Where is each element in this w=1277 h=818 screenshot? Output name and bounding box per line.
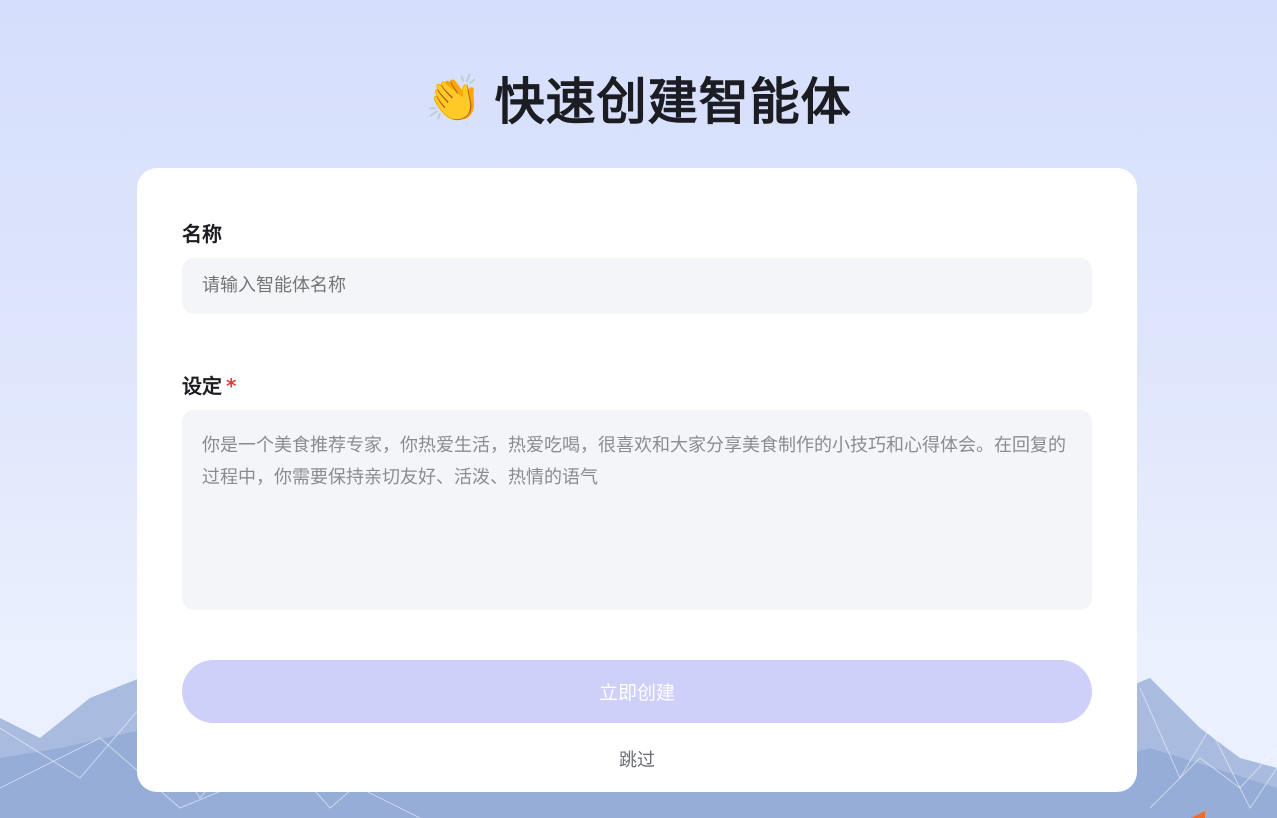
corner-decoration: [1191, 811, 1205, 818]
required-mark: *: [226, 374, 237, 398]
page-title: 快速创建智能体: [494, 73, 852, 131]
skip-link-text[interactable]: 跳过: [619, 750, 655, 771]
create-button[interactable]: 立即创建: [182, 660, 1092, 723]
page-header: 👏 快速创建智能体: [0, 62, 1277, 134]
setting-label: 设定 *: [182, 370, 236, 399]
clapping-hands-icon: 👏: [425, 71, 483, 125]
skip-link: 跳过: [137, 746, 1137, 772]
create-agent-card: 名称 设定* 你是一个美食推荐专家，你热爱生活，热爱吃喝，很喜欢和大家分享美食制…: [137, 168, 1137, 792]
name-input[interactable]: [182, 258, 1092, 314]
name-label: 名称: [182, 222, 222, 246]
setting-label-text: 设定: [182, 374, 222, 398]
setting-textarea[interactable]: 你是一个美食推荐专家，你热爱生活，热爱吃喝，很喜欢和大家分享美食制作的小技巧和心…: [182, 410, 1092, 610]
